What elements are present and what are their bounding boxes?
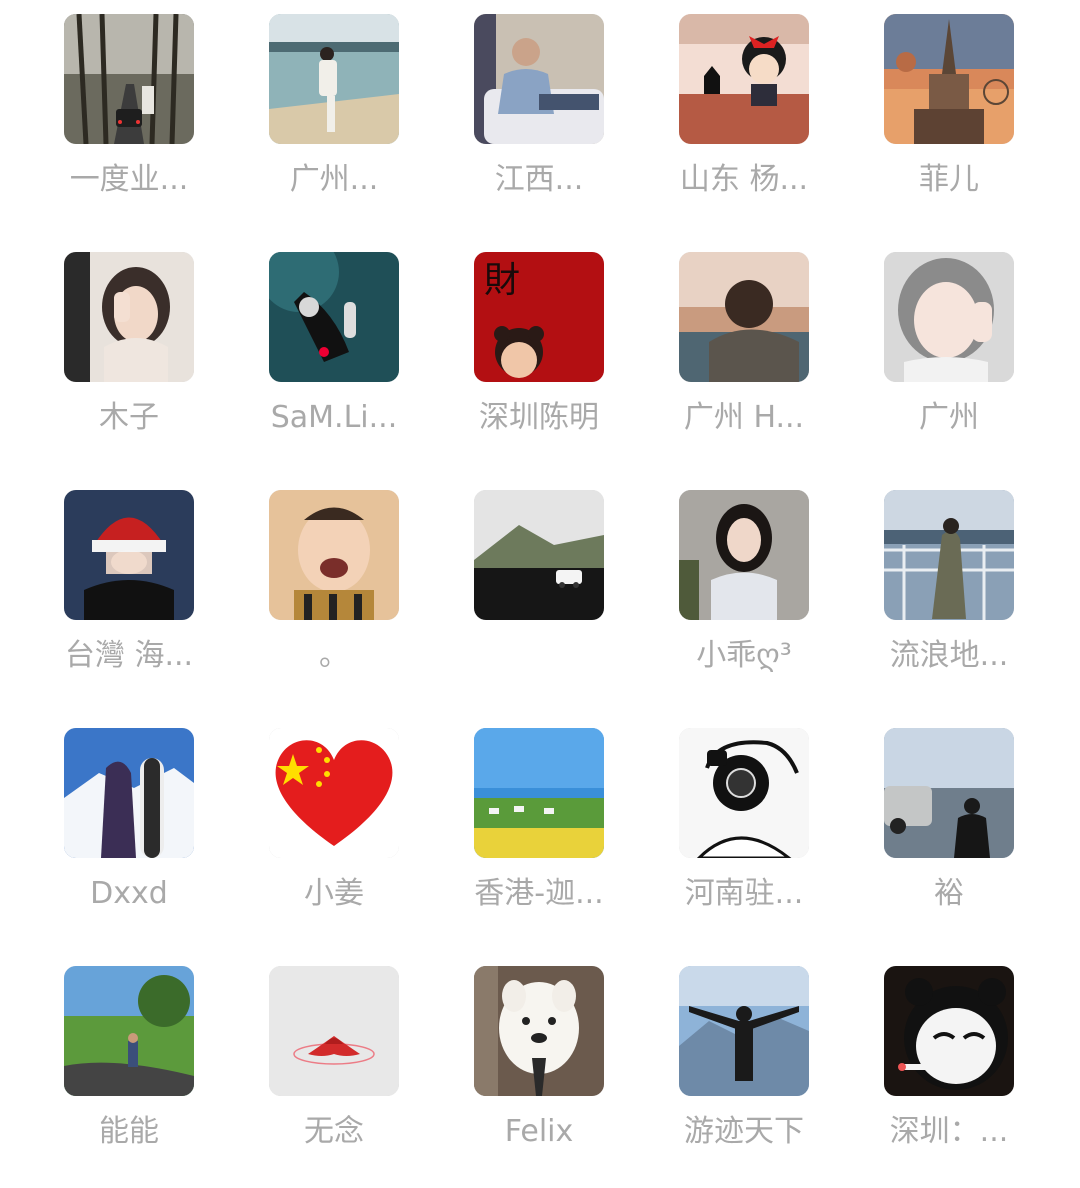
member-avatar[interactable] [474,966,604,1096]
group-member-item[interactable]: 小姜 [244,714,424,914]
member-name: 小乖ღ³ [696,638,792,673]
member-avatar[interactable] [884,966,1014,1096]
member-name: 广州... [289,162,379,197]
group-member-item[interactable]: 游迹天下 [654,952,834,1152]
member-name: 深圳陈明 [479,400,599,435]
member-name: 能能 [99,1114,159,1149]
member-name: 广州 H... [683,400,805,435]
group-member-item[interactable]: 裕 [859,714,1039,914]
member-avatar[interactable] [884,252,1014,382]
member-name: 游迹天下 [684,1114,804,1149]
group-member-item[interactable]: 香港-迦... [449,714,629,914]
member-avatar[interactable] [679,14,809,144]
group-member-item[interactable]: 广州 H... [654,238,834,438]
member-name: SaM.Li... [270,400,398,435]
member-name: 。 [319,638,349,673]
member-avatar[interactable] [884,728,1014,858]
member-avatar[interactable] [884,14,1014,144]
group-member-item[interactable]: SaM.Li... [244,238,424,438]
member-name: 菲儿 [919,162,979,197]
member-name: 广州 [919,400,979,435]
group-member-item[interactable]: 山东 杨... [654,0,834,200]
member-avatar[interactable] [679,252,809,382]
group-member-item[interactable]: 江西... [449,0,629,200]
svg-text:財: 財 [484,260,520,301]
member-avatar[interactable] [474,14,604,144]
member-name: 台灣 海... [64,638,194,673]
member-name: 小姜 [304,876,364,911]
group-member-item[interactable]: 无念 [244,952,424,1152]
group-member-item[interactable] [449,476,629,676]
group-member-item[interactable]: 河南驻... [654,714,834,914]
member-name: Felix [504,1114,574,1149]
member-name: Dxxd [90,876,168,911]
member-avatar[interactable] [269,728,399,858]
member-avatar[interactable] [269,490,399,620]
member-name: 河南驻... [684,876,804,911]
member-name: 香港-迦... [474,876,604,911]
group-member-item[interactable]: 菲儿 [859,0,1039,200]
group-member-item[interactable]: 广州 [859,238,1039,438]
member-avatar[interactable] [269,966,399,1096]
group-member-item[interactable]: 广州... [244,0,424,200]
group-member-item[interactable]: 木子 [39,238,219,438]
member-name: 流浪地... [889,638,1009,673]
member-name: 江西... [494,162,584,197]
member-avatar[interactable] [884,490,1014,620]
group-member-item[interactable]: Dxxd [39,714,219,914]
member-name: 深圳：... [889,1114,1009,1149]
group-member-item[interactable]: Felix [449,952,629,1152]
member-avatar[interactable] [679,728,809,858]
member-avatar[interactable] [64,966,194,1096]
member-avatar[interactable] [64,14,194,144]
group-member-item[interactable]: 一度业... [39,0,219,200]
member-avatar[interactable]: 財 [474,252,604,382]
group-member-item[interactable]: 台灣 海... [39,476,219,676]
group-member-item[interactable]: 能能 [39,952,219,1152]
member-name: 木子 [99,400,159,435]
group-member-item[interactable]: 財 深圳陈明 [449,238,629,438]
group-member-item[interactable]: 。 [244,476,424,676]
group-member-item[interactable]: 小乖ღ³ [654,476,834,676]
group-member-item[interactable]: 深圳：... [859,952,1039,1152]
member-avatar[interactable] [269,14,399,144]
member-avatar[interactable] [64,490,194,620]
member-avatar[interactable] [679,966,809,1096]
member-avatar[interactable] [269,252,399,382]
member-avatar[interactable] [64,252,194,382]
group-members-grid: 一度业... 广州... 江西... 山东 杨... 菲儿 木子 SaM.Li.… [0,0,1080,1188]
member-name: 山东 杨... [679,162,809,197]
member-avatar[interactable] [64,728,194,858]
member-name: 无念 [304,1114,364,1149]
member-name: 裕 [934,876,964,911]
member-avatar[interactable] [679,490,809,620]
member-avatar[interactable] [474,728,604,858]
member-avatar[interactable] [474,490,604,620]
group-member-item[interactable]: 流浪地... [859,476,1039,676]
member-name: 一度业... [69,162,189,197]
